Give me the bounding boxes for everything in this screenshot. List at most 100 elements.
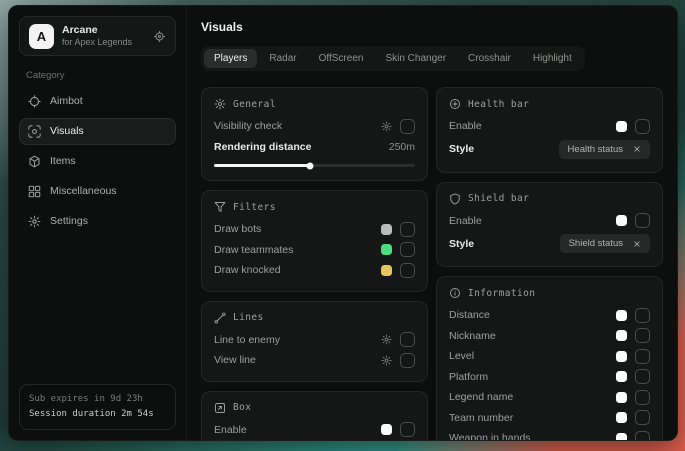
- gear-icon[interactable]: [381, 334, 392, 345]
- setting-label: Level: [449, 350, 616, 362]
- tab-skin-changer[interactable]: Skin Changer: [375, 49, 456, 68]
- card-health-bar: Health bar Enable Style Health status: [436, 87, 663, 173]
- level-checkbox[interactable]: [635, 349, 650, 364]
- color-swatch[interactable]: [616, 433, 627, 440]
- card-filters: Filters Draw bots Draw teammates: [201, 190, 428, 292]
- team-number-checkbox[interactable]: [635, 410, 650, 425]
- setting-label: Line to enemy: [214, 334, 381, 346]
- color-swatch[interactable]: [381, 265, 392, 276]
- setting-label: Visibility check: [214, 120, 381, 132]
- tab-radar[interactable]: Radar: [259, 49, 306, 68]
- left-column: General Visibility check Rendering dista…: [201, 87, 428, 440]
- card-header: Shield bar: [449, 193, 650, 205]
- tab-crosshair[interactable]: Crosshair: [458, 49, 521, 68]
- tab-players[interactable]: Players: [204, 49, 257, 68]
- sidebar-item-miscellaneous[interactable]: Miscellaneous: [19, 178, 176, 205]
- sidebar-item-label: Miscellaneous: [50, 185, 117, 197]
- sidebar-nav: Aimbot Visuals Items Miscellaneous: [19, 86, 176, 236]
- package-icon: [28, 155, 41, 168]
- card-title: Shield bar: [468, 193, 529, 204]
- sub-expires-text: Sub expires in 9d 23h: [29, 392, 166, 407]
- line-to-enemy-checkbox[interactable]: [400, 332, 415, 347]
- gear-icon[interactable]: [153, 30, 166, 43]
- card-header: Lines: [214, 312, 415, 324]
- sidebar-item-items[interactable]: Items: [19, 148, 176, 175]
- color-swatch[interactable]: [616, 330, 627, 341]
- grid-icon: [28, 185, 41, 198]
- arcane-cheat-window: A Arcane for Apex Legends Category Aimbo…: [8, 5, 678, 441]
- view-line-checkbox[interactable]: [400, 353, 415, 368]
- funnel-icon: [214, 201, 226, 213]
- color-swatch[interactable]: [616, 392, 627, 403]
- close-icon[interactable]: [633, 240, 641, 248]
- rendering-distance-slider[interactable]: [214, 164, 415, 167]
- slider-fill: [214, 164, 310, 167]
- settings-content: General Visibility check Rendering dista…: [201, 87, 663, 428]
- health-style-select[interactable]: Health status: [559, 140, 650, 159]
- plus-circle-icon: [449, 98, 461, 110]
- slider-thumb[interactable]: [307, 162, 314, 169]
- gear-icon[interactable]: [381, 121, 392, 132]
- distance-checkbox[interactable]: [635, 308, 650, 323]
- visibility-check-checkbox[interactable]: [400, 119, 415, 134]
- setting-row-draw-knocked: Draw knocked: [214, 260, 415, 281]
- setting-row-platform: Platform: [449, 367, 650, 388]
- box-select-icon: [214, 402, 226, 414]
- color-swatch[interactable]: [616, 412, 627, 423]
- weapon-in-hands-checkbox[interactable]: [635, 431, 650, 440]
- draw-teammates-checkbox[interactable]: [400, 242, 415, 257]
- color-swatch[interactable]: [616, 215, 627, 226]
- color-swatch[interactable]: [381, 244, 392, 255]
- setting-label: Rendering distance: [214, 141, 389, 153]
- card-box: Box Enable Enable background: [201, 391, 428, 441]
- shield-enable-checkbox[interactable]: [635, 213, 650, 228]
- setting-label: Team number: [449, 412, 616, 424]
- app-logo: A: [29, 24, 54, 49]
- tab-offscreen[interactable]: OffScreen: [309, 49, 374, 68]
- sidebar-item-label: Visuals: [50, 125, 84, 137]
- setting-row-shield-enable: Enable: [449, 211, 650, 232]
- gear-icon: [28, 215, 41, 228]
- setting-row-draw-bots: Draw bots: [214, 219, 415, 240]
- color-swatch[interactable]: [381, 424, 392, 435]
- box-enable-checkbox[interactable]: [400, 422, 415, 437]
- sidebar-item-visuals[interactable]: Visuals: [19, 118, 176, 145]
- close-icon[interactable]: [633, 145, 641, 153]
- card-header: Filters: [214, 201, 415, 213]
- card-general: General Visibility check Rendering dista…: [201, 87, 428, 181]
- setting-row-box-enable: Enable: [214, 420, 415, 441]
- card-title: Health bar: [468, 99, 529, 110]
- shield-style-select[interactable]: Shield status: [560, 234, 650, 253]
- color-swatch[interactable]: [616, 121, 627, 132]
- setting-row-nickname: Nickname: [449, 326, 650, 347]
- gear-icon[interactable]: [381, 355, 392, 366]
- setting-row-distance: Distance: [449, 305, 650, 326]
- draw-knocked-checkbox[interactable]: [400, 263, 415, 278]
- color-swatch[interactable]: [616, 351, 627, 362]
- setting-label: Nickname: [449, 330, 616, 342]
- setting-row-draw-teammates: Draw teammates: [214, 240, 415, 261]
- card-title: Information: [468, 288, 535, 299]
- nickname-checkbox[interactable]: [635, 328, 650, 343]
- draw-bots-checkbox[interactable]: [400, 222, 415, 237]
- card-header: General: [214, 98, 415, 110]
- legend-name-checkbox[interactable]: [635, 390, 650, 405]
- selected-option: Shield status: [569, 238, 623, 249]
- setting-row-weapon-in-hands: Weapon in hands: [449, 428, 650, 440]
- page-title: Visuals: [201, 20, 663, 34]
- health-enable-checkbox[interactable]: [635, 119, 650, 134]
- app-header-card: A Arcane for Apex Legends: [19, 16, 176, 56]
- sidebar-item-aimbot[interactable]: Aimbot: [19, 88, 176, 115]
- setting-row-legend-name: Legend name: [449, 387, 650, 408]
- info-icon: [449, 287, 461, 299]
- color-swatch[interactable]: [616, 310, 627, 321]
- sidebar-item-settings[interactable]: Settings: [19, 208, 176, 235]
- card-lines: Lines Line to enemy View line: [201, 301, 428, 382]
- platform-checkbox[interactable]: [635, 369, 650, 384]
- color-swatch[interactable]: [616, 371, 627, 382]
- sidebar-item-label: Items: [50, 155, 76, 167]
- color-swatch[interactable]: [381, 224, 392, 235]
- tab-highlight[interactable]: Highlight: [523, 49, 582, 68]
- setting-row-visibility-check: Visibility check: [214, 116, 415, 137]
- setting-label: Draw bots: [214, 223, 381, 235]
